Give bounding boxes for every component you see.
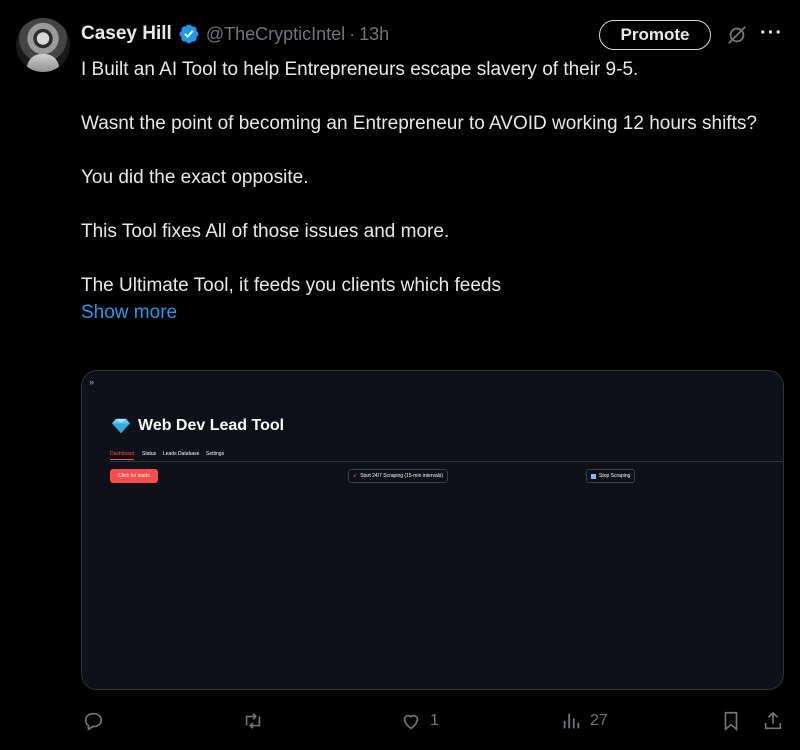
- sidebar-expand-icon[interactable]: »: [89, 377, 94, 387]
- user-handle[interactable]: @TheCrypticIntel: [206, 24, 345, 45]
- stop-scraping-label: Stop Scraping: [599, 473, 631, 479]
- retweet-icon: [245, 713, 261, 729]
- display-name[interactable]: Casey Hill: [81, 23, 172, 45]
- tab-settings[interactable]: Settings: [206, 451, 224, 457]
- tweet[interactable]: Casey Hill @TheCrypticIntel · 13h Promot…: [0, 0, 800, 750]
- click-for-leads-button[interactable]: Click for leads: [110, 469, 158, 483]
- tweet-actions: 1 27: [0, 705, 800, 739]
- start-scraping-button[interactable]: ➶ Start 24/7 Scraping (15-min intervals): [348, 469, 449, 483]
- tab-dashboard[interactable]: Dashboard: [110, 451, 135, 460]
- share-button[interactable]: [762, 710, 784, 732]
- media-attachment[interactable]: » Web Dev Lead Tool Dashboard Status Lea…: [81, 370, 784, 690]
- app-tabs: Dashboard Status Leads Database Settings: [110, 449, 783, 462]
- tweet-paragraph: I Built an AI Tool to help Entrepreneurs…: [81, 59, 639, 80]
- verified-badge-icon: [179, 24, 199, 44]
- retweet-button[interactable]: [242, 710, 272, 732]
- share-icon: [764, 711, 782, 730]
- heart-icon: [403, 714, 419, 730]
- stop-scraping-button[interactable]: Stop Scraping: [586, 469, 636, 483]
- show-more-link[interactable]: Show more: [81, 299, 771, 326]
- views-button[interactable]: 27: [560, 710, 608, 732]
- rocket-icon: ➶: [353, 473, 358, 479]
- avatar[interactable]: [16, 18, 70, 72]
- more-options-icon[interactable]: ···: [760, 22, 783, 45]
- views-count: 27: [590, 712, 608, 729]
- tweet-paragraph: The Ultimate Tool, it feeds you clients …: [81, 275, 501, 296]
- like-button[interactable]: 1: [400, 710, 439, 732]
- gem-icon: [112, 418, 130, 434]
- tweet-paragraph: Wasnt the point of becoming an Entrepren…: [81, 113, 757, 134]
- grok-icon[interactable]: [726, 24, 748, 46]
- separator-dot: ·: [349, 23, 356, 44]
- app-title: Web Dev Lead Tool: [112, 417, 284, 435]
- tweet-paragraph: This Tool fixes All of those issues and …: [81, 221, 450, 242]
- bookmark-icon: [724, 711, 738, 732]
- reply-button[interactable]: [82, 710, 112, 732]
- stop-icon: [591, 473, 596, 479]
- tweet-header: Casey Hill @TheCrypticIntel · 13h: [81, 20, 389, 48]
- tweet-text: I Built an AI Tool to help Entrepreneurs…: [81, 56, 771, 326]
- reply-icon: [84, 712, 103, 731]
- tab-status[interactable]: Status: [142, 451, 156, 457]
- promote-button[interactable]: Promote: [599, 20, 711, 50]
- tweet-paragraph: You did the exact opposite.: [81, 167, 309, 188]
- like-count: 1: [430, 712, 439, 729]
- timestamp[interactable]: 13h: [359, 24, 389, 45]
- app-title-text: Web Dev Lead Tool: [138, 417, 285, 434]
- tab-leads-database[interactable]: Leads Database: [163, 451, 199, 457]
- start-scraping-label: Start 24/7 Scraping (15-min intervals): [360, 473, 444, 479]
- bookmark-button[interactable]: [720, 710, 742, 732]
- views-icon: [563, 713, 580, 729]
